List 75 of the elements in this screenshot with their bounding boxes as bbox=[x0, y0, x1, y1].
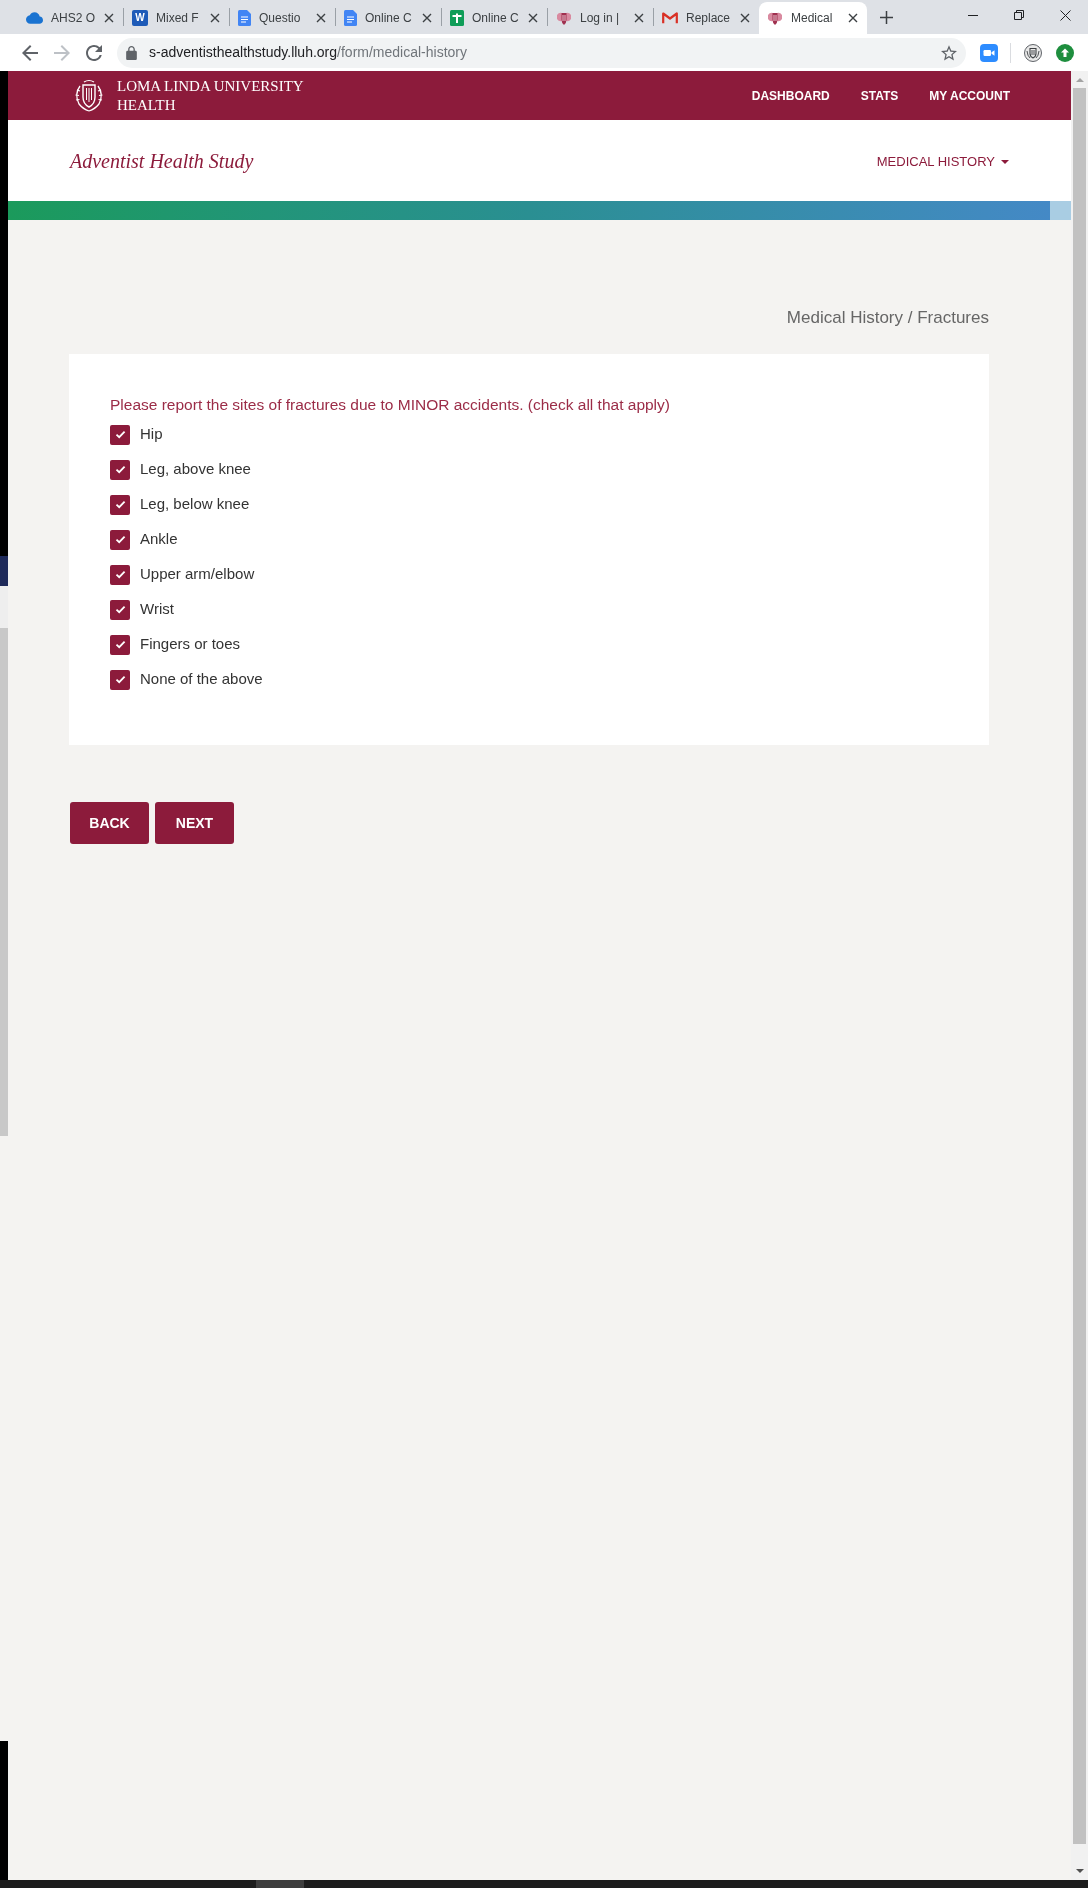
check-icon bbox=[114, 675, 126, 684]
caret-icon bbox=[1001, 160, 1009, 164]
checkbox[interactable] bbox=[110, 564, 130, 585]
check-icon bbox=[114, 605, 126, 614]
nav-link[interactable]: MY ACCOUNT bbox=[929, 86, 1010, 105]
browser-tab[interactable]: Replace bbox=[654, 2, 759, 34]
checkbox[interactable] bbox=[110, 634, 130, 655]
close-icon[interactable] bbox=[422, 13, 432, 23]
down-caret-icon[interactable] bbox=[1075, 1869, 1084, 1873]
checkbox[interactable] bbox=[110, 494, 130, 515]
close-icon[interactable] bbox=[528, 13, 538, 23]
document-icon bbox=[238, 10, 251, 26]
spreadsheet-icon bbox=[450, 10, 464, 26]
lock-icon bbox=[126, 45, 137, 60]
checkbox-label[interactable]: Hip bbox=[140, 423, 163, 446]
address-field[interactable]: s-adventisthealthstudy.lluh.org/form/medical-history bbox=[117, 37, 966, 68]
checkbox-label[interactable]: Upper arm/elbow bbox=[140, 563, 255, 586]
back-arrow-icon bbox=[22, 44, 38, 61]
checkbox-label[interactable]: Leg, below knee bbox=[140, 493, 250, 516]
restore-icon bbox=[1014, 10, 1024, 20]
checkbox[interactable] bbox=[110, 599, 130, 620]
logo-text: LOMA LINDA UNIVERSITY HEALTH bbox=[117, 76, 304, 115]
close-icon[interactable] bbox=[104, 13, 114, 23]
breadcrumb: Medical History / Fractures bbox=[785, 307, 989, 329]
close-icon[interactable] bbox=[316, 13, 326, 23]
video-camera-icon[interactable] bbox=[980, 43, 998, 62]
url-text: s-adventisthealthstudy.lluh.org/form/medical-history bbox=[149, 43, 467, 62]
document-icon bbox=[344, 10, 357, 26]
forward-arrow-icon bbox=[54, 44, 70, 61]
check-icon bbox=[114, 465, 126, 474]
nav-button[interactable]: NEXT bbox=[155, 802, 234, 844]
checkbox-label[interactable]: Wrist bbox=[140, 598, 174, 621]
letter-tile-icon: W bbox=[132, 10, 148, 26]
question-text: Please report the sites of fractures due to MINOR accidents. (check all that apply) bbox=[110, 395, 671, 415]
browser-tab[interactable]: AHS2 O bbox=[18, 2, 123, 34]
close-icon[interactable] bbox=[740, 13, 750, 23]
close-icon bbox=[1059, 9, 1071, 21]
checkbox[interactable] bbox=[110, 529, 130, 550]
check-icon bbox=[114, 640, 126, 649]
progress-stripe-end bbox=[1050, 201, 1071, 220]
nav-button[interactable]: BACK bbox=[70, 802, 149, 844]
checkbox[interactable] bbox=[110, 424, 130, 445]
browser-tab[interactable]: Medical bbox=[759, 2, 867, 34]
check-icon bbox=[114, 500, 126, 509]
close-icon[interactable] bbox=[848, 13, 858, 23]
nav-link[interactable]: STATS bbox=[860, 86, 899, 105]
checkbox-label[interactable]: Fingers or toes bbox=[140, 633, 241, 656]
study-title: Adventist Health Study bbox=[70, 148, 254, 175]
checkbox-label[interactable]: None of the above bbox=[140, 668, 263, 691]
check-icon bbox=[114, 535, 126, 544]
browser-tab[interactable]: W Mixed F bbox=[124, 2, 229, 34]
checkbox[interactable] bbox=[110, 669, 130, 690]
cloud-icon bbox=[26, 12, 43, 24]
scrollbar-thumb[interactable] bbox=[1073, 88, 1086, 1844]
nav-link[interactable]: DASHBOARD bbox=[751, 86, 830, 105]
checkbox-label[interactable]: Ankle bbox=[140, 528, 178, 551]
crest-icon[interactable] bbox=[1024, 43, 1042, 62]
browser-tab[interactable]: Online C bbox=[336, 2, 441, 34]
minimize-icon bbox=[968, 14, 978, 16]
crest-icon bbox=[556, 10, 572, 26]
star-icon[interactable] bbox=[941, 44, 957, 61]
browser-tab[interactable]: Log in | bbox=[548, 2, 653, 34]
close-icon[interactable] bbox=[210, 13, 220, 23]
checkbox[interactable] bbox=[110, 459, 130, 480]
plus-icon[interactable] bbox=[880, 11, 893, 24]
mail-icon bbox=[662, 12, 678, 24]
check-icon bbox=[114, 570, 126, 579]
check-icon bbox=[114, 430, 126, 439]
checkbox-label[interactable]: Leg, above knee bbox=[140, 458, 251, 481]
section-menu[interactable]: MEDICAL HISTORY bbox=[876, 152, 1009, 172]
browser-tab[interactable]: Online C bbox=[442, 2, 547, 34]
browser-tab[interactable]: Questio bbox=[230, 2, 335, 34]
reload-icon bbox=[86, 44, 102, 61]
crest-icon bbox=[767, 10, 783, 26]
close-icon[interactable] bbox=[634, 13, 644, 23]
